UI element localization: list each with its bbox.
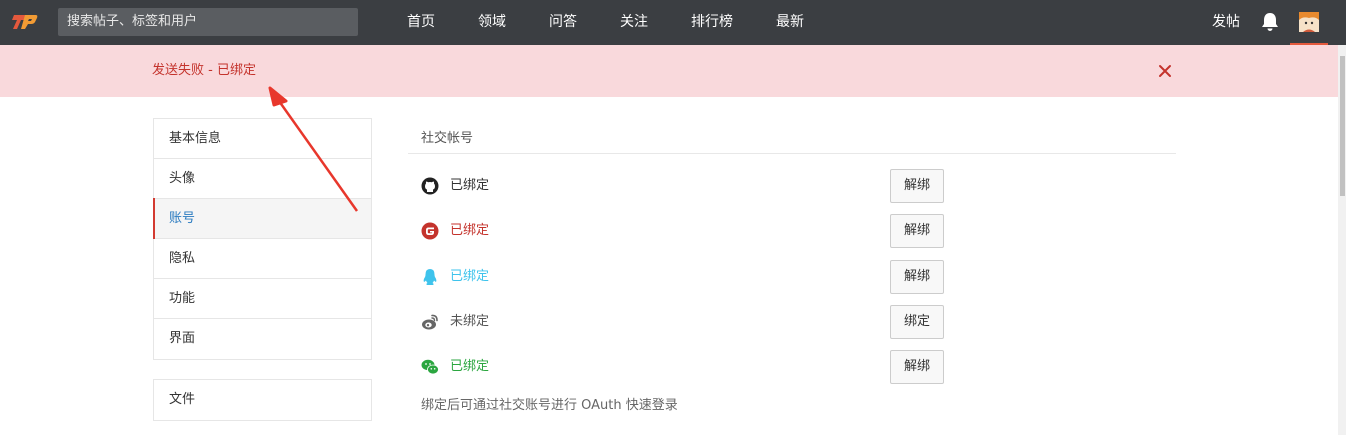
social-row-wechat: 已绑定 解绑 [421, 350, 951, 384]
search-input[interactable]: 搜索帖子、标签和用户 [58, 8, 358, 36]
status-label: 已绑定 [450, 178, 490, 193]
status-label: 已绑定 [450, 359, 490, 374]
weibo-icon [422, 314, 438, 330]
qq-icon [423, 269, 437, 285]
wechat-icon [421, 359, 439, 375]
unbind-button[interactable]: 解绑 [890, 260, 944, 294]
github-icon [421, 177, 439, 195]
unbind-button[interactable]: 解绑 [890, 169, 944, 203]
menu-item-basic-info[interactable]: 基本信息 [154, 119, 371, 159]
top-navbar: 搜索帖子、标签和用户 首页 领域 问答 关注 排行榜 最新 发帖 [0, 0, 1346, 45]
menu-item-features[interactable]: 功能 [154, 279, 371, 319]
scrollbar-thumb[interactable] [1340, 56, 1345, 196]
status-label: 已绑定 [450, 223, 490, 238]
unbind-button[interactable]: 解绑 [890, 350, 944, 384]
social-row-weibo: 未绑定 绑定 [421, 305, 951, 339]
divider [408, 153, 1176, 154]
bell-icon[interactable] [1261, 12, 1279, 32]
gitee-icon [421, 222, 439, 240]
menu-item-account[interactable]: 账号 [153, 198, 371, 239]
social-row-github: 已绑定 解绑 [421, 169, 951, 203]
alert-message: 发送失败 - 已绑定 [152, 63, 256, 78]
unbind-button[interactable]: 解绑 [890, 214, 944, 248]
user-menu[interactable] [1290, 0, 1328, 45]
site-logo[interactable] [12, 11, 38, 33]
nav-home[interactable]: 首页 [407, 0, 435, 45]
nav-following[interactable]: 关注 [620, 0, 648, 45]
close-icon[interactable] [1158, 64, 1172, 78]
menu-item-interface[interactable]: 界面 [154, 319, 371, 359]
social-row-gitee: 已绑定 解绑 [421, 214, 951, 248]
nav-latest[interactable]: 最新 [776, 0, 804, 45]
error-alert: 发送失败 - 已绑定 [0, 45, 1338, 97]
avatar [1299, 12, 1319, 32]
nav-ranking[interactable]: 排行榜 [691, 0, 733, 45]
nav-domains[interactable]: 领域 [478, 0, 506, 45]
social-row-qq: 已绑定 解绑 [421, 260, 951, 294]
bind-button[interactable]: 绑定 [890, 305, 944, 339]
settings-menu-secondary: 文件 [153, 379, 372, 421]
settings-menu: 基本信息 头像 账号 隐私 功能 界面 [153, 118, 372, 360]
status-label: 未绑定 [450, 314, 490, 329]
menu-item-privacy[interactable]: 隐私 [154, 239, 371, 279]
new-post-button[interactable]: 发帖 [1212, 0, 1240, 45]
nav-qa[interactable]: 问答 [549, 0, 577, 45]
status-label: 已绑定 [450, 269, 490, 284]
menu-item-files[interactable]: 文件 [154, 380, 371, 420]
section-title: 社交帐号 [421, 131, 474, 146]
oauth-hint: 绑定后可通过社交账号进行 OAuth 快速登录 [421, 398, 678, 413]
menu-item-avatar[interactable]: 头像 [154, 159, 371, 199]
